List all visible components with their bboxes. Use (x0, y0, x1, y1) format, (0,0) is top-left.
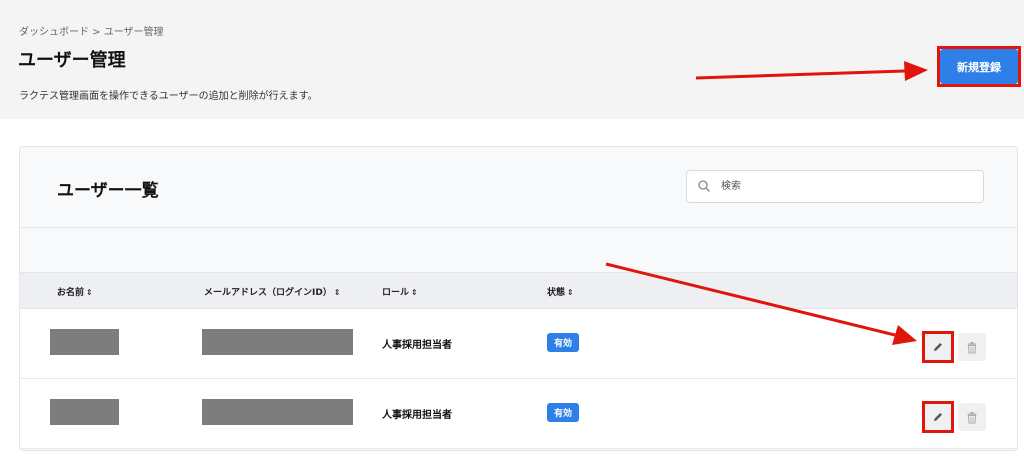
column-header-label: ロール (382, 288, 410, 298)
delete-button[interactable] (958, 333, 986, 361)
role-cell: 人事採用担当者 (382, 340, 452, 351)
search-icon (698, 180, 710, 192)
divider (20, 227, 1017, 228)
delete-button[interactable] (958, 403, 986, 431)
annotation-highlight-box (922, 331, 954, 363)
sort-icon[interactable]: ⇕ (411, 288, 418, 297)
status-badge: 有効 (547, 333, 580, 352)
table-header: お名前 ⇕ メールアドレス（ログインID） ⇕ ロール ⇕ 状態 ⇕ (20, 272, 1017, 309)
column-header-label: メールアドレス（ログインID） (204, 288, 332, 298)
redacted-email (202, 329, 353, 355)
user-list-card: ユーザー一覧 お名前⇕ メールアドレス（ログインID）⇕ ロール⇕ 状態⇕ 人事… (19, 146, 1018, 451)
column-header-email[interactable]: メールアドレス（ログインID） ⇕ (204, 285, 341, 298)
table-row: 人事採用担当者 有効 (20, 309, 1017, 379)
redacted-name (50, 329, 119, 355)
card-title: ユーザー一覧 (57, 181, 159, 201)
redacted-name (50, 399, 119, 425)
annotation-highlight-box (922, 401, 954, 433)
column-header-label: お名前 (57, 288, 85, 298)
column-header-label: 状態 (547, 288, 566, 298)
column-header-status[interactable]: 状態 ⇕ (547, 285, 574, 298)
page-header: ダッシュボード > ユーザー管理 ユーザー管理 ラクテス管理画面を操作できるユー… (0, 0, 1024, 119)
table-row: 人事採用担当者 有効 (20, 379, 1017, 449)
search-box[interactable] (686, 170, 984, 203)
sort-icon[interactable]: ⇕ (334, 288, 341, 297)
page-description: ラクテス管理画面を操作できるユーザーの追加と削除が行えます。 (19, 91, 318, 102)
redacted-email (202, 399, 353, 425)
breadcrumb[interactable]: ダッシュボード > ユーザー管理 (19, 23, 164, 38)
trash-icon (967, 411, 977, 423)
column-header-role[interactable]: ロール ⇕ (382, 285, 418, 298)
search-input[interactable] (721, 175, 971, 197)
trash-icon (967, 341, 977, 353)
role-cell: 人事採用担当者 (382, 410, 452, 421)
column-header-name[interactable]: お名前 ⇕ (57, 285, 93, 298)
annotation-highlight-box (937, 46, 1021, 87)
status-badge: 有効 (547, 403, 580, 422)
sort-icon[interactable]: ⇕ (567, 288, 574, 297)
sort-icon[interactable]: ⇕ (86, 288, 93, 297)
page-title: ユーザー管理 (18, 50, 126, 71)
